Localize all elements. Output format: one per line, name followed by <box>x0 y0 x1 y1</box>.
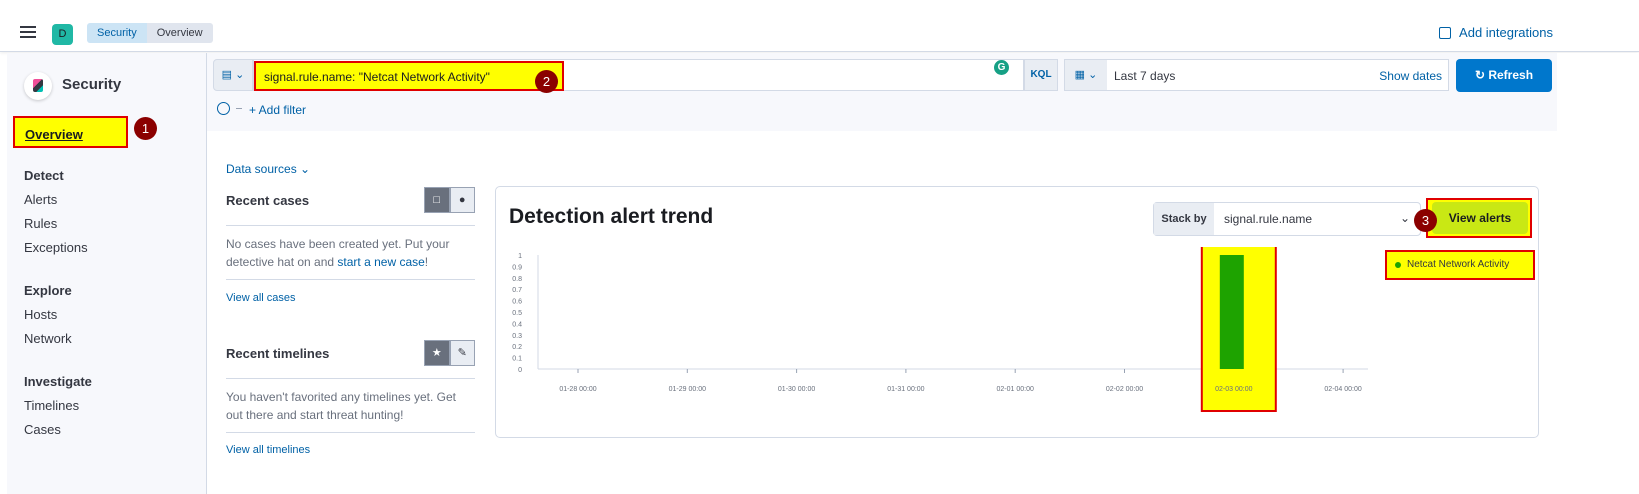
date-picker: ▦ ⌄ Last 7 days Show dates <box>1064 59 1449 91</box>
folder-icon[interactable]: □ <box>424 187 450 213</box>
detection-alert-trend-panel: Detection alert trend Stack by signal.ru… <box>495 186 1539 438</box>
y-tick-label: 0.7 <box>512 287 522 294</box>
breadcrumb: Security Overview <box>87 23 213 43</box>
chevron-down-icon: ⌄ <box>1399 211 1410 225</box>
grammarly-icon[interactable]: G <box>994 60 1009 75</box>
edit-icon[interactable]: ✎ <box>449 340 475 366</box>
sidebar-item-hosts[interactable]: Hosts <box>24 307 72 322</box>
x-tick-label: 02-01 00:00 <box>997 386 1034 393</box>
recent-cases-toggle: □ ● <box>424 187 475 213</box>
security-logo-icon <box>24 72 52 100</box>
add-filter-button[interactable]: + Add filter <box>249 103 306 117</box>
filter-options-icon[interactable] <box>217 102 230 115</box>
y-tick-label: 0.8 <box>512 276 522 283</box>
alert-trend-chart: 0 0.1 0.2 0.3 0.4 0.5 0.6 0.7 0.8 0.9 1 01-28 00:00… <box>512 247 1368 412</box>
view-alerts-button[interactable]: View alerts <box>1432 202 1528 234</box>
date-range-text[interactable]: Last 7 days <box>1114 69 1175 83</box>
divider <box>226 279 475 280</box>
nav-heading-explore: Explore <box>24 283 72 298</box>
divider <box>226 432 475 433</box>
annotation-badge-3: 3 <box>1414 209 1437 232</box>
y-tick-label: 0.9 <box>512 264 522 271</box>
view-all-timelines-link[interactable]: View all timelines <box>226 444 310 456</box>
y-tick-label: 0.5 <box>512 310 522 317</box>
sidebar-item-alerts[interactable]: Alerts <box>24 192 88 207</box>
sidebar-item-cases[interactable]: Cases <box>24 422 92 437</box>
nav-group-detect: Detect Alerts Rules Exceptions <box>24 168 88 264</box>
query-text: signal.rule.name: "Netcat Network Activi… <box>254 61 564 91</box>
app-title: Security <box>62 76 122 93</box>
refresh-button[interactable]: ↻ Refresh <box>1456 59 1552 92</box>
refresh-label: Refresh <box>1488 68 1534 82</box>
sidebar-item-exceptions[interactable]: Exceptions <box>24 240 88 255</box>
y-tick-label: 0.1 <box>512 356 522 363</box>
calendar-icon[interactable]: ▦ ⌄ <box>1065 60 1107 90</box>
x-tick-label: 02-02 00:00 <box>1106 386 1143 393</box>
x-tick-label: 01-30 00:00 <box>778 386 815 393</box>
stack-by-label: Stack by <box>1154 203 1214 235</box>
nav-group-explore: Explore Hosts Network <box>24 283 72 355</box>
y-tick-label: 0.6 <box>512 299 522 306</box>
y-tick-label: 0.2 <box>512 344 522 351</box>
nav-heading-detect: Detect <box>24 168 64 183</box>
nav-heading-investigate: Investigate <box>24 374 92 389</box>
start-new-case-link[interactable]: start a new case <box>337 255 424 269</box>
x-tick-label: 01-28 00:00 <box>559 386 596 393</box>
query-language-button[interactable]: KQL <box>1024 59 1058 91</box>
integrations-icon <box>1439 26 1452 39</box>
search-bar: ▤ ⌄ signal.rule.name: "Netcat Network Ac… <box>207 53 1557 131</box>
x-tick-label: 01-29 00:00 <box>669 386 706 393</box>
detective-icon[interactable]: ● <box>449 187 475 213</box>
recent-cases-text: No cases have been created yet. Put your… <box>226 235 466 271</box>
data-sources-label: Data sources <box>226 162 297 176</box>
recent-timelines-toggle: ★ ✎ <box>424 340 475 366</box>
top-bar: D Security Overview Add integrations <box>0 0 1639 52</box>
x-tick-label: 02-04 00:00 <box>1324 386 1361 393</box>
y-tick-label: 1 <box>518 253 522 260</box>
recent-timelines-title: Recent timelines <box>226 346 330 361</box>
add-integrations-label: Add integrations <box>1459 25 1553 40</box>
x-tick-label: 01-31 00:00 <box>887 386 924 393</box>
sidebar-item-network[interactable]: Network <box>24 331 72 346</box>
stack-by-value: signal.rule.name <box>1224 212 1313 226</box>
y-tick-label: 0 <box>518 367 522 374</box>
space-avatar[interactable]: D <box>52 24 73 45</box>
view-alerts-highlight: View alerts <box>1426 198 1532 238</box>
breadcrumb-overview: Overview <box>146 23 213 43</box>
annotation-badge-2: 2 <box>535 70 558 93</box>
recent-timelines-text: You haven't favorited any timelines yet.… <box>226 390 456 422</box>
menu-icon[interactable] <box>20 26 36 38</box>
filter-divider <box>236 108 242 109</box>
add-integrations-link[interactable]: Add integrations <box>1439 25 1553 40</box>
y-tick-label: 0.3 <box>512 333 522 340</box>
nav-group-investigate: Investigate Timelines Cases <box>24 374 92 446</box>
divider <box>226 378 475 379</box>
sidebar-item-overview[interactable]: Overview <box>13 116 128 148</box>
panel-title: Detection alert trend <box>509 205 714 228</box>
star-icon[interactable]: ★ <box>424 340 450 366</box>
breadcrumb-security[interactable]: Security <box>87 23 147 43</box>
x-tick-label-highlighted: 02-03 00:00 <box>1215 386 1252 393</box>
recent-cases-title: Recent cases <box>226 193 310 208</box>
view-all-cases-link[interactable]: View all cases <box>226 292 296 304</box>
main-content: ▤ ⌄ signal.rule.name: "Netcat Network Ac… <box>207 53 1639 494</box>
saved-query-menu-button[interactable]: ▤ ⌄ <box>213 59 253 91</box>
recent-cases-message-end: ! <box>424 255 429 269</box>
y-tick-label: 0.4 <box>512 321 522 328</box>
show-dates-button[interactable]: Show dates <box>1379 69 1442 83</box>
sidebar: Security Overview 1 Detect Alerts Rules … <box>7 53 207 494</box>
sidebar-item-timelines[interactable]: Timelines <box>24 398 92 413</box>
divider <box>226 225 475 226</box>
data-sources-dropdown[interactable]: Data sources ⌄ <box>226 162 310 176</box>
stack-by-select[interactable]: Stack by signal.rule.name ⌄ <box>1153 202 1421 236</box>
sidebar-item-rules[interactable]: Rules <box>24 216 88 231</box>
bar <box>1219 255 1244 369</box>
annotation-badge-1: 1 <box>134 117 157 140</box>
